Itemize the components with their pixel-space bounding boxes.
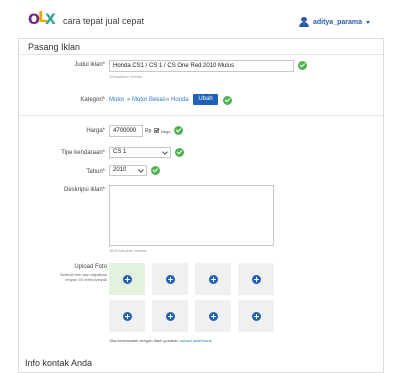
upload-photo-subtext: Tambah foto dan dapatkan respon 5X lebih… [59, 272, 107, 282]
vehicle-type-select[interactable]: CS 1 [109, 147, 171, 158]
category-crumb-motor-bekas[interactable]: Motor Bekas [132, 97, 166, 103]
add-photo-icon [123, 312, 132, 321]
divider [19, 115, 383, 116]
top-header: O L X cara tepat jual cepat aditya_param… [0, 0, 400, 38]
description-hint: 4000 karakter tersisa [109, 248, 147, 253]
photo-slot[interactable] [109, 300, 145, 332]
add-photo-icon [166, 275, 175, 284]
price-valid-icon [174, 126, 183, 135]
year-label: Tahun* [86, 169, 105, 175]
caret-down-icon [366, 21, 370, 24]
description-label: Deskripsi iklan* [63, 187, 105, 193]
post-ad-panel: Pasang Iklan Judul iklan* Honda CS1 / CS… [18, 38, 384, 373]
photo-slot[interactable] [152, 263, 188, 295]
add-photo-icon [209, 275, 218, 284]
add-photo-icon [166, 312, 175, 321]
photo-slot[interactable] [238, 300, 274, 332]
category-crumb-motor[interactable]: Motor [109, 97, 124, 103]
add-photo-icon [252, 312, 261, 321]
category-label: Kategori* [80, 97, 105, 103]
vehicle-type-label: Tipe kendaraan* [61, 150, 105, 156]
contact-section-title: Info kontak Anda [25, 358, 93, 368]
crumb-separator: » [166, 97, 170, 103]
user-icon [298, 17, 309, 27]
title-label: Judul iklan* [74, 62, 105, 68]
price-label: Harga* [86, 128, 105, 134]
add-photo-icon [123, 275, 132, 284]
year-value: 2010 [113, 167, 127, 173]
photo-slot[interactable] [195, 263, 231, 295]
nego-checkbox[interactable] [154, 128, 159, 133]
price-input[interactable]: 4700000 [109, 125, 143, 137]
change-category-button[interactable]: Ubah [193, 94, 218, 105]
logo-letter-x: X [45, 12, 56, 28]
year-select[interactable]: 2010 [109, 165, 147, 176]
olx-logo[interactable]: O L X [28, 10, 58, 34]
title-input[interactable]: Honda CS1 / CS 1 / CS One Red 2010 Mulus [109, 60, 294, 72]
photo-slot[interactable] [238, 263, 274, 295]
tagline: cara tepat jual cepat [63, 16, 145, 26]
add-photo-icon [252, 275, 261, 284]
chevron-down-icon [162, 149, 168, 155]
user-menu[interactable]: aditya_parama [298, 17, 370, 27]
photo-slot[interactable] [152, 300, 188, 332]
user-name: aditya_parama [312, 18, 362, 26]
add-photo-icon [209, 312, 218, 321]
crumb-separator: » [127, 97, 131, 103]
upload-fallback-note: Jika bermasalah dengan flash gunakan upl… [109, 338, 212, 343]
title-valid-icon [298, 61, 307, 70]
photo-slot[interactable] [109, 263, 145, 295]
photo-slot[interactable] [195, 300, 231, 332]
vehicle-type-valid-icon [175, 148, 184, 157]
year-valid-icon [151, 166, 160, 175]
currency-label: Rp [145, 128, 152, 134]
category-crumb-honda[interactable]: Honda [171, 97, 189, 103]
section-title: Pasang Iklan [28, 42, 81, 52]
chevron-down-icon [138, 167, 144, 173]
simple-upload-link[interactable]: upload sederhana [180, 338, 212, 343]
description-textarea[interactable] [109, 185, 274, 246]
vehicle-type-value: CS 1 [113, 149, 127, 155]
upload-note-text: Jika bermasalah dengan flash gunakan [109, 338, 179, 343]
title-hint: 39 karakter tersisa [109, 74, 142, 79]
nego-label: Nego [161, 129, 171, 134]
category-valid-icon [223, 96, 232, 105]
divider [19, 54, 383, 55]
upload-photo-label: Upload Foto [74, 264, 107, 270]
